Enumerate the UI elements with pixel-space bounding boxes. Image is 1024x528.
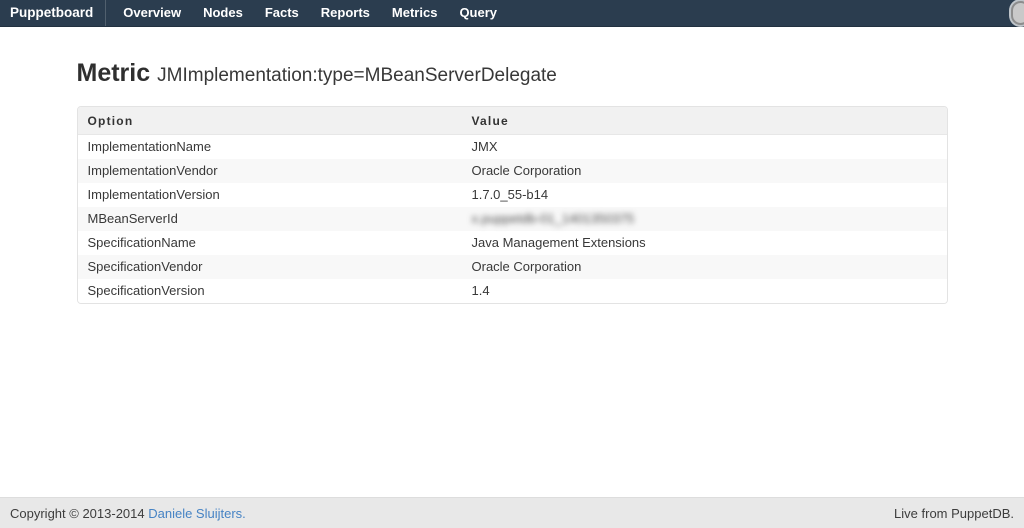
nav-item-query[interactable]: Query xyxy=(448,0,508,26)
option-cell: ImplementationVendor xyxy=(78,159,462,183)
copyright-text: Copyright © 2013-2014 xyxy=(10,506,148,521)
navbar-brand[interactable]: Puppetboard xyxy=(10,0,106,26)
table-row: ImplementationVersion 1.7.0_55-b14 xyxy=(78,183,947,207)
option-cell: ImplementationName xyxy=(78,135,462,159)
option-cell: SpecificationVersion xyxy=(78,279,462,303)
metric-table: Option Value ImplementationName JMX Impl… xyxy=(78,107,947,303)
value-cell: Oracle Corporation xyxy=(462,159,947,183)
table-header-row: Option Value xyxy=(78,107,947,135)
metric-table-container: Option Value ImplementationName JMX Impl… xyxy=(77,106,948,304)
table-row: SpecificationVersion 1.4 xyxy=(78,279,947,303)
value-cell: x.puppetdb-01_1401350375 xyxy=(462,207,947,231)
value-cell: JMX xyxy=(462,135,947,159)
value-cell: 1.7.0_55-b14 xyxy=(462,183,947,207)
nav-item-metrics[interactable]: Metrics xyxy=(381,0,449,26)
author-link[interactable]: Daniele Sluijters. xyxy=(148,506,246,521)
navbar: Puppetboard Overview Nodes Facts Reports… xyxy=(0,0,1024,27)
table-row: SpecificationName Java Management Extens… xyxy=(78,231,947,255)
page-subtitle: JMImplementation:type=MBeanServerDelegat… xyxy=(157,65,557,86)
value-cell: Oracle Corporation xyxy=(462,255,947,279)
footer-status: Live from PuppetDB. xyxy=(894,506,1014,521)
footer: Copyright © 2013-2014 Daniele Sluijters.… xyxy=(0,497,1024,528)
page-title: Metric JMImplementation:type=MBeanServerD… xyxy=(77,60,948,89)
column-header-option: Option xyxy=(78,107,462,135)
value-cell: 1.4 xyxy=(462,279,947,303)
value-cell: Java Management Extensions xyxy=(462,231,947,255)
nav-item-reports[interactable]: Reports xyxy=(310,0,381,26)
option-cell: ImplementationVersion xyxy=(78,183,462,207)
table-row: SpecificationVendor Oracle Corporation xyxy=(78,255,947,279)
footer-copyright: Copyright © 2013-2014 Daniele Sluijters. xyxy=(10,506,246,521)
option-cell: SpecificationName xyxy=(78,231,462,255)
main-content: Metric JMImplementation:type=MBeanServerD… xyxy=(77,60,948,304)
option-cell: SpecificationVendor xyxy=(78,255,462,279)
table-row: MBeanServerId x.puppetdb-01_1401350375 xyxy=(78,207,947,231)
nav-item-nodes[interactable]: Nodes xyxy=(192,0,254,26)
column-header-value: Value xyxy=(462,107,947,135)
table-row: ImplementationName JMX xyxy=(78,135,947,159)
nav-item-overview[interactable]: Overview xyxy=(112,0,192,26)
scrollbar-thumb[interactable] xyxy=(1011,1,1024,25)
option-cell: MBeanServerId xyxy=(78,207,462,231)
nav-item-facts[interactable]: Facts xyxy=(254,0,310,26)
table-row: ImplementationVendor Oracle Corporation xyxy=(78,159,947,183)
page-title-text: Metric xyxy=(77,59,151,87)
